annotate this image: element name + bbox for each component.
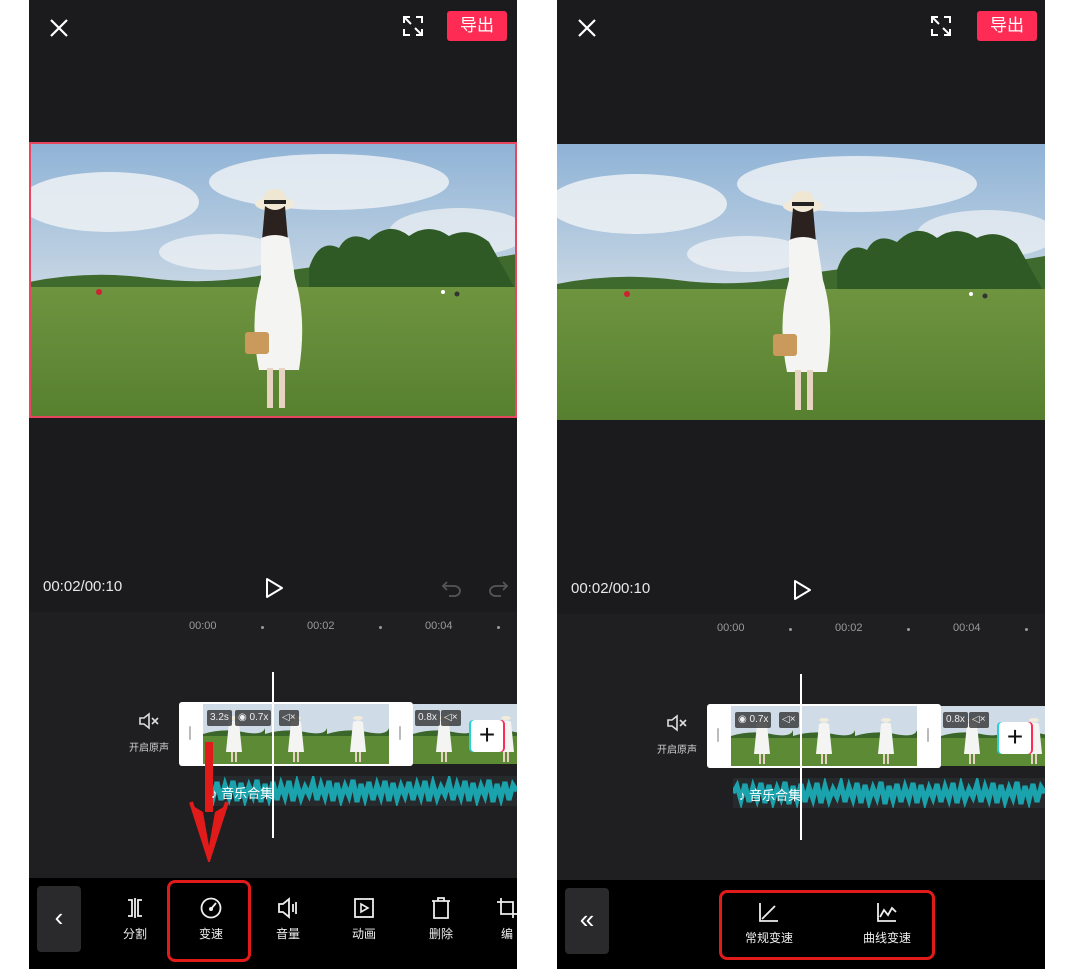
ruler-dot <box>261 626 264 629</box>
next-clip-speed: 0.8x <box>943 712 968 728</box>
audio-track-name: 音乐合集 <box>221 786 274 801</box>
mute-label: 开启原声 <box>129 743 169 754</box>
clip-speed: 0.7x <box>249 712 269 723</box>
clip-frames: 3.2s ◉ 0.7x ◁× <box>203 704 389 764</box>
timecode: 00:02/00:10 <box>571 580 651 597</box>
ruler-tick: 00:00 <box>717 622 745 634</box>
video-preview[interactable] <box>557 144 1045 420</box>
ruler-tick: 00:04 <box>953 622 981 634</box>
ruler-tick: 00:02 <box>835 622 863 634</box>
next-clip-speed: 0.8x <box>415 710 440 726</box>
close-icon[interactable] <box>571 12 603 44</box>
clip-speed-badge: ◉ 0.7x <box>235 710 272 726</box>
next-clip-mute: ◁× <box>969 712 989 728</box>
trim-handle-left[interactable] <box>717 728 719 742</box>
export-button[interactable]: 导出 <box>977 11 1037 41</box>
speed-options-highlight-box <box>719 890 935 960</box>
time-ruler: 00:00 00:02 00:04 <box>29 620 517 636</box>
time-ruler: 00:00 00:02 00:04 <box>557 622 1045 638</box>
tool-label: 音量 <box>275 927 300 941</box>
mute-original-audio-button[interactable]: 开启原声 <box>127 712 171 754</box>
speed-highlight-box <box>167 880 251 962</box>
editor-screen-left: 导出 00:02/00:10 00:00 00:02 00:04 开启原声 3.… <box>29 0 517 969</box>
undo-icon[interactable] <box>441 578 463 598</box>
selected-video-clip[interactable]: ◉ 0.7x ◁× <box>707 704 941 768</box>
tool-volume[interactable]: 音量 <box>258 896 318 942</box>
ruler-tick: 00:02 <box>307 620 335 632</box>
speaker-mute-icon <box>139 712 159 730</box>
tool-label: 删除 <box>428 927 453 941</box>
play-icon[interactable] <box>791 578 813 602</box>
clip-duration: 3.2s <box>207 710 232 726</box>
audio-track-label: ♪ 音乐合集 <box>739 788 802 803</box>
next-clip-mute: ◁× <box>441 710 461 726</box>
audio-track[interactable]: ♪ 音乐合集 <box>733 778 1045 808</box>
fullscreen-icon[interactable] <box>929 14 953 38</box>
playhead[interactable] <box>800 674 802 840</box>
tool-edit[interactable]: 编 <box>487 896 517 942</box>
ruler-dot <box>497 626 500 629</box>
close-icon[interactable] <box>43 12 75 44</box>
timecode: 00:02/00:10 <box>43 578 123 595</box>
ruler-dot <box>1025 628 1028 631</box>
redo-icon[interactable] <box>487 578 509 598</box>
tool-label: 分割 <box>122 927 147 941</box>
trim-handle-left[interactable] <box>189 726 191 740</box>
edit-icon <box>497 898 517 918</box>
clip-frames: ◉ 0.7x ◁× <box>731 706 917 766</box>
ruler-dot <box>907 628 910 631</box>
volume-icon <box>278 897 297 919</box>
red-arrow-annotation <box>189 742 229 862</box>
clip-mute-badge: ◁× <box>779 712 799 728</box>
animation-icon <box>354 898 374 918</box>
tool-label: 动画 <box>351 927 376 941</box>
trim-handle-right[interactable] <box>927 728 929 742</box>
tool-animation[interactable]: 动画 <box>334 896 394 942</box>
mute-original-audio-button[interactable]: 开启原声 <box>655 714 699 756</box>
audio-track-label: ♪ 音乐合集 <box>211 786 274 801</box>
export-button[interactable]: 导出 <box>447 11 507 41</box>
ruler-dot <box>379 626 382 629</box>
clip-speed-badge: ◉ 0.7x <box>735 712 772 728</box>
delete-icon <box>432 897 450 919</box>
tool-delete[interactable]: 删除 <box>411 896 471 942</box>
trim-handle-right[interactable] <box>399 726 401 740</box>
tool-label: 编 <box>500 927 513 941</box>
speaker-mute-icon <box>667 714 687 732</box>
back-button[interactable]: ‹ <box>37 886 81 952</box>
audio-track[interactable]: ♪ 音乐合集 <box>205 776 517 806</box>
tool-split[interactable]: 分割 <box>105 896 165 942</box>
add-clip-button[interactable]: + <box>471 720 503 752</box>
mute-label: 开启原声 <box>657 745 697 756</box>
split-icon <box>128 898 142 918</box>
collapse-back-button[interactable]: « <box>565 888 609 954</box>
ruler-dot <box>789 628 792 631</box>
clip-speed: 0.7x <box>749 714 769 725</box>
add-clip-button[interactable]: + <box>999 722 1031 754</box>
editor-screen-right: 导出 00:02/00:10 00:00 00:02 00:04 开启原声 ◉ … <box>557 0 1045 969</box>
video-preview[interactable] <box>29 142 517 418</box>
fullscreen-icon[interactable] <box>401 14 425 38</box>
ruler-tick: 00:04 <box>425 620 453 632</box>
playhead[interactable] <box>272 672 274 838</box>
play-icon[interactable] <box>263 576 285 600</box>
clip-mute-badge: ◁× <box>279 710 299 726</box>
ruler-tick: 00:00 <box>189 620 217 632</box>
audio-track-name: 音乐合集 <box>749 788 802 803</box>
